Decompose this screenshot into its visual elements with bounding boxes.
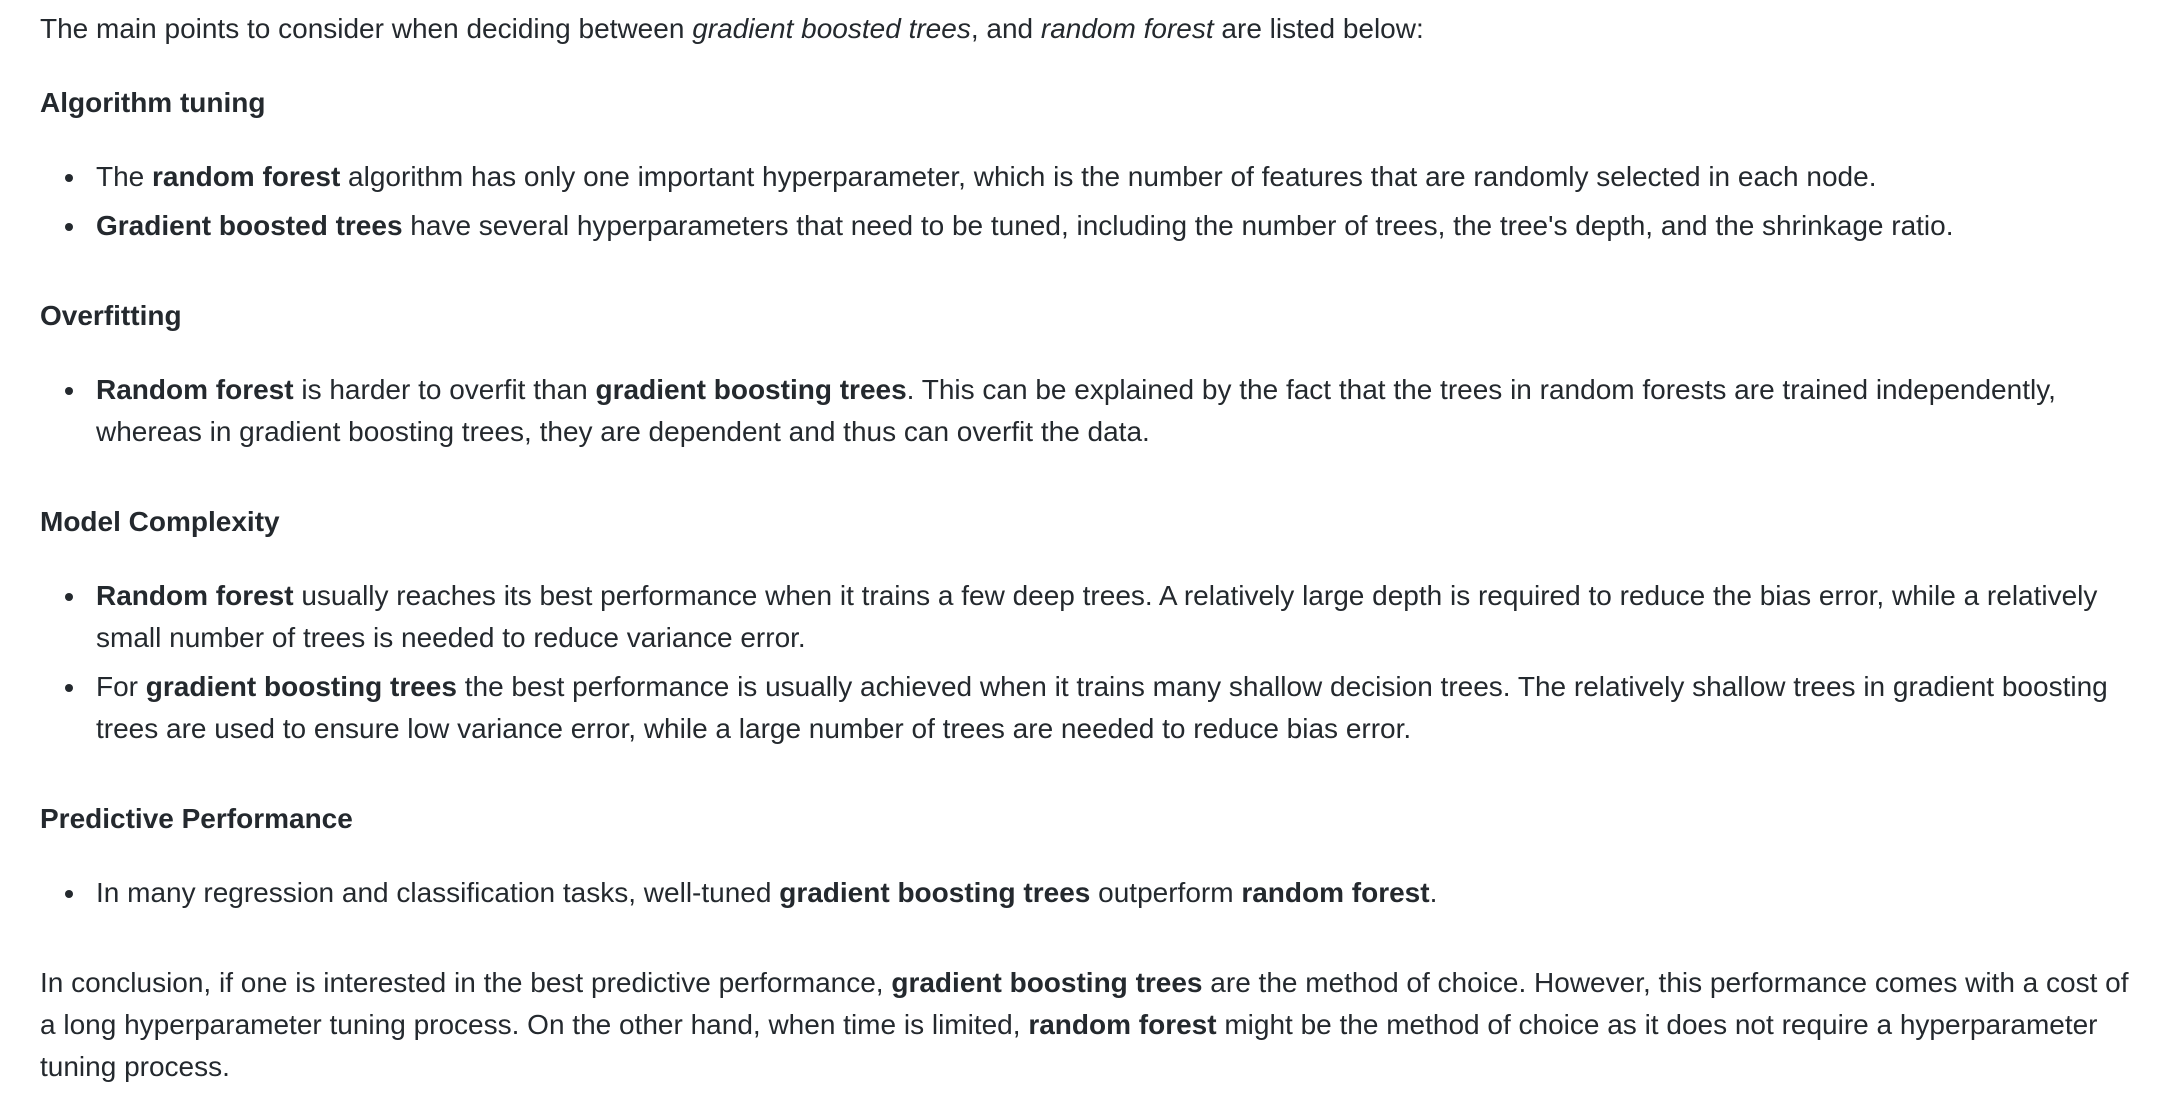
list-item: Random forest is harder to overfit than … — [65, 369, 2142, 453]
bullet-dot-icon — [65, 593, 73, 601]
item-bold-text: gradient boosting trees — [779, 877, 1091, 908]
bullet-dot-icon — [65, 223, 73, 231]
item-text: The — [96, 161, 153, 192]
item-bold-text: random forest — [1241, 877, 1430, 908]
article-content: The main points to consider when decidin… — [0, 0, 2172, 1106]
bullet-dot-icon — [65, 174, 73, 182]
intro-text: The main points to consider when decidin… — [40, 13, 693, 44]
bullet-list-predictive-performance: In many regression and classification ta… — [40, 872, 2142, 914]
bullet-dot-icon — [65, 890, 73, 898]
item-text: For — [96, 671, 146, 702]
list-item: Random forest usually reaches its best p… — [65, 575, 2142, 659]
section-heading-overfitting: Overfitting — [40, 300, 182, 331]
bullet-list-overfitting: Random forest is harder to overfit than … — [40, 369, 2142, 453]
item-text: In many regression and classification ta… — [96, 877, 780, 908]
item-bold-text: gradient boosting trees — [145, 671, 457, 702]
item-bold-text: gradient boosting trees — [595, 374, 907, 405]
item-text: . — [1429, 877, 1438, 908]
item-bold-text: random forest — [152, 161, 341, 192]
item-text: usually reaches its best performance whe… — [96, 580, 2098, 653]
intro-emphasis-rf: random forest — [1040, 13, 1214, 44]
list-item: For gradient boosting trees the best per… — [65, 666, 2142, 750]
conclusion-paragraph: In conclusion, if one is interested in t… — [40, 962, 2142, 1088]
conclusion-bold-text: random forest — [1028, 1009, 1217, 1040]
item-text: have several hyperparameters that need t… — [402, 210, 1954, 241]
conclusion-bold-text: gradient boosting trees — [891, 967, 1203, 998]
item-bold-text: Random forest — [96, 580, 294, 611]
intro-text: are listed below: — [1213, 13, 1424, 44]
list-item: In many regression and classification ta… — [65, 872, 2142, 914]
bullet-dot-icon — [65, 387, 73, 395]
item-text: outperform — [1090, 877, 1242, 908]
intro-paragraph: The main points to consider when decidin… — [40, 8, 2142, 50]
section-heading-model-complexity: Model Complexity — [40, 506, 280, 537]
bullet-list-algorithm-tuning: The random forest algorithm has only one… — [40, 156, 2142, 247]
item-bold-text: Gradient boosted trees — [96, 210, 403, 241]
section-heading-predictive-performance: Predictive Performance — [40, 803, 353, 834]
list-item: The random forest algorithm has only one… — [65, 156, 2142, 198]
bullet-dot-icon — [65, 684, 73, 692]
list-item: Gradient boosted trees have several hype… — [65, 205, 2142, 247]
intro-emphasis-gbt: gradient boosted trees — [692, 13, 971, 44]
item-text: is harder to overfit than — [293, 374, 596, 405]
item-text: algorithm has only one important hyperpa… — [340, 161, 1877, 192]
intro-text: , and — [970, 13, 1041, 44]
section-heading-algorithm-tuning: Algorithm tuning — [40, 87, 266, 118]
item-bold-text: Random forest — [96, 374, 294, 405]
conclusion-text: In conclusion, if one is interested in t… — [40, 967, 892, 998]
bullet-list-model-complexity: Random forest usually reaches its best p… — [40, 575, 2142, 750]
